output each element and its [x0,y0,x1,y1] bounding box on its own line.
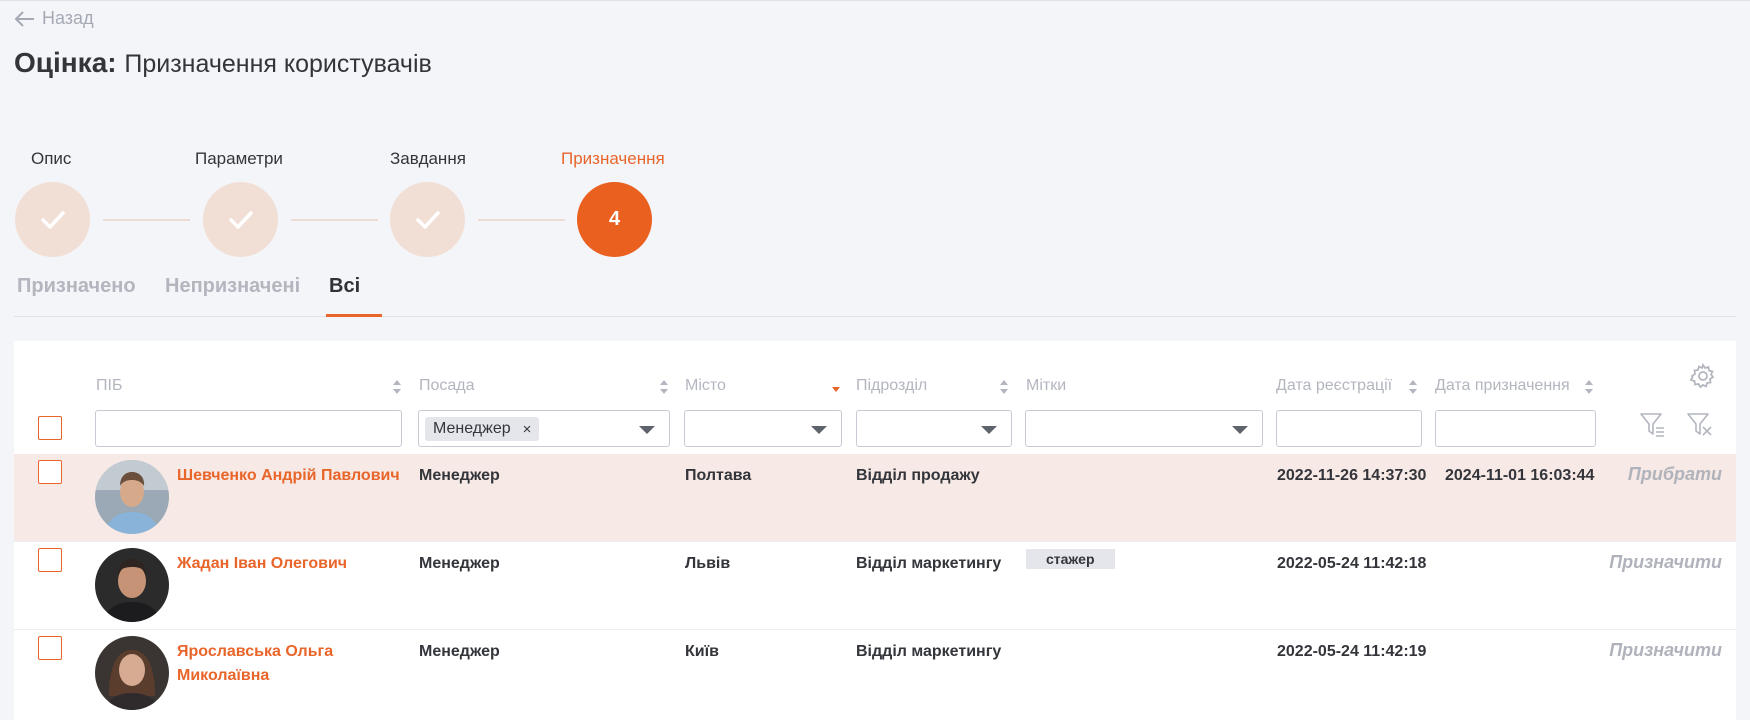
unassign-button[interactable]: Прибрати [1628,464,1722,485]
chevron-down-icon [981,426,997,434]
filter-clear-icon[interactable] [1686,411,1714,441]
tab-all[interactable]: Всі [329,275,360,298]
check-icon [40,210,65,229]
step-circle-assignment[interactable]: 4 [577,182,652,257]
select-all-checkbox[interactable] [38,416,62,440]
gear-icon[interactable] [1690,363,1716,389]
avatar [95,548,169,622]
sort-icon[interactable] [999,379,1009,395]
department-cell: Відділ маркетингу [856,555,1002,572]
step-connector [291,219,378,221]
city-cell: Львів [685,555,731,572]
step-label-assignment: Призначення [561,149,665,168]
step-connector [103,219,190,221]
assign-date-cell: 2024-11-01 16:03:44 [1445,467,1595,484]
col-header-name[interactable]: ПІБ [96,377,122,395]
reg-date-cell: 2022-05-24 11:42:18 [1277,555,1427,572]
row-checkbox[interactable] [38,548,62,572]
user-name-link[interactable]: Ярославська Ольга Миколаївна [177,640,407,688]
position-cell: Менеджер [419,467,500,484]
position-filter-chip: Менеджер × [425,417,540,441]
sort-icon[interactable] [1408,379,1418,395]
avatar [95,460,169,534]
filter-list-icon[interactable] [1639,411,1667,441]
check-icon [415,210,440,229]
step-circle-parameters[interactable] [203,182,278,257]
col-header-city[interactable]: Місто [685,377,726,395]
city-cell: Київ [685,643,719,660]
city-filter-select[interactable] [684,410,842,447]
check-icon [228,210,253,229]
table-row[interactable]: Шевченко Андрій Павлович Менеджер Полтав… [14,454,1736,542]
department-filter-select[interactable] [856,410,1012,447]
avatar [95,636,169,710]
chevron-down-icon [811,426,827,434]
chevron-down-icon [639,426,655,434]
tab-unassigned[interactable]: Непризначені [165,275,300,298]
assign-button[interactable]: Призначити [1609,640,1722,661]
step-circle-tasks[interactable] [390,182,465,257]
col-header-position[interactable]: Посада [419,377,475,395]
position-cell: Менеджер [419,555,500,572]
users-table: ПІБ Посада Місто Підрозділ Мітки Дата ре… [14,341,1736,720]
step-number: 4 [608,208,621,230]
user-name-link[interactable]: Шевченко Андрій Павлович [177,464,407,488]
avatar-photo [95,636,169,710]
chip-remove-icon[interactable]: × [523,421,532,438]
col-header-tags: Мітки [1026,377,1067,394]
tab-bar: Призначено Непризначені Всі [14,263,1736,317]
sort-icon[interactable] [1584,379,1594,395]
row-checkbox[interactable] [38,636,62,660]
name-filter-input[interactable] [95,410,402,447]
active-tab-indicator [326,314,382,317]
col-header-reg-date[interactable]: Дата реєстрації [1276,377,1392,395]
reg-date-filter-input[interactable] [1276,410,1422,447]
table-row[interactable]: Жадан Іван Олегович Менеджер Львів Відді… [14,542,1736,630]
row-checkbox[interactable] [38,460,62,484]
reg-date-cell: 2022-11-26 14:37:30 [1277,467,1427,484]
chevron-down-icon [1232,426,1248,434]
step-circle-description[interactable] [15,182,90,257]
assign-button[interactable]: Призначити [1609,552,1722,573]
reg-date-cell: 2022-05-24 11:42:19 [1277,643,1427,660]
tag-badge: стажер [1026,549,1115,569]
city-cell: Полтава [685,467,752,484]
step-label-tasks: Завдання [390,149,466,168]
stepper: Опис Параметри Завдання Призначення 4 [0,1,700,261]
step-connector [478,219,565,221]
table-row[interactable]: Ярославська Ольга Миколаївна Менеджер Ки… [14,630,1736,718]
tags-filter-select[interactable] [1025,410,1263,447]
step-label-description: Опис [31,149,72,168]
avatar-photo [95,460,169,534]
sort-icon[interactable] [392,379,402,395]
department-cell: Відділ маркетингу [856,643,1002,660]
col-header-assign-date[interactable]: Дата призначення [1435,377,1570,395]
avatar-photo [95,548,169,622]
sort-desc-icon[interactable] [831,379,841,395]
chip-label: Менеджер [433,420,511,437]
user-name-link[interactable]: Жадан Іван Олегович [177,552,407,576]
position-filter-select[interactable]: Менеджер × [418,410,670,447]
assign-date-filter-input[interactable] [1435,410,1596,447]
sort-icon[interactable] [659,379,669,395]
position-cell: Менеджер [419,643,500,660]
tab-assigned[interactable]: Призначено [17,275,136,298]
step-label-parameters: Параметри [195,149,283,168]
department-cell: Відділ продажу [856,467,980,484]
col-header-department[interactable]: Підрозділ [856,377,927,395]
